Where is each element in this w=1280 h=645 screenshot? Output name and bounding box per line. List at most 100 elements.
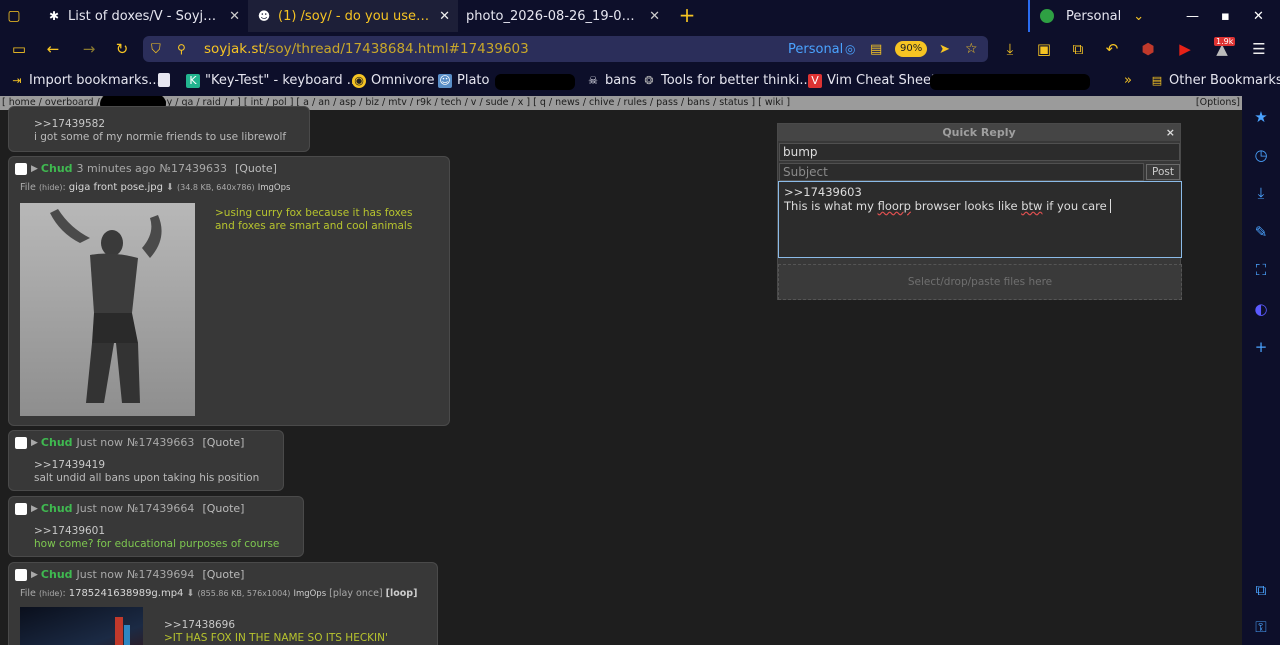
star-icon[interactable]: ★ (1251, 107, 1271, 127)
sidebar-app-icon[interactable]: ◐ (1251, 299, 1271, 319)
file-meta: (855.86 KB, 576x1004) (197, 589, 291, 598)
post-checkbox[interactable] (15, 502, 27, 515)
post-text: i got some of my normie friends to use l… (34, 130, 287, 143)
new-tab-icon[interactable]: + (672, 3, 702, 27)
close-window-icon[interactable]: ✕ (1253, 0, 1264, 32)
quote-link[interactable]: >>17439601 (34, 525, 279, 538)
bookmarks-overflow-icon[interactable]: » (1124, 73, 1132, 88)
add-panel-icon[interactable]: + (1251, 337, 1271, 357)
bookmark-import[interactable]: ⇥ Import bookmarks... (10, 73, 161, 88)
quick-reply-header[interactable]: Quick Reply × (778, 124, 1180, 141)
post-number[interactable]: №17439663 (127, 436, 194, 449)
poster-name: Chud (40, 162, 73, 175)
play-once-link[interactable]: [play once] (329, 588, 382, 599)
star-icon[interactable]: ☆ (965, 41, 978, 57)
close-icon[interactable]: × (1166, 124, 1175, 141)
tab-wiki[interactable]: ✱ List of doxes/V - Soyjak Wiki ✕ (38, 0, 248, 32)
forward-icon[interactable]: → (80, 40, 98, 58)
tab-thread[interactable]: ☻ (1) /soy/ - do you use firefox? ✕ (248, 0, 458, 32)
key-icon[interactable]: ⚿ (1251, 617, 1271, 637)
download-icon[interactable]: ⤓ (1251, 183, 1271, 203)
expand-triangle-icon[interactable]: ▶ (31, 164, 38, 174)
tab-overview-icon[interactable]: ▢ (0, 0, 28, 32)
post-checkbox[interactable] (15, 162, 27, 175)
reader-view-icon[interactable]: ▤ (870, 42, 882, 57)
download-icon[interactable]: ⤓ (1001, 40, 1019, 58)
url-bar[interactable]: ⛉ ⚲ soyjak.st/soy/thread/17438684.html#1… (143, 36, 988, 62)
back-icon[interactable]: ← (44, 40, 62, 58)
reload-icon[interactable]: ↻ (113, 40, 131, 58)
extension-badge: 1.9k (1214, 37, 1236, 46)
close-icon[interactable]: ✕ (649, 9, 660, 24)
translate-icon[interactable]: ⛶ (1251, 260, 1271, 280)
quote-link[interactable]: >>17439582 (34, 118, 286, 131)
post-number[interactable]: №17439694 (127, 568, 194, 581)
bookmark-key-test[interactable]: K "Key-Test" - keyboard ... (186, 73, 359, 88)
bookmark-tools[interactable]: ❂ Tools for better thinki... (642, 73, 811, 88)
sidebar-toggle-icon[interactable]: ▭ (10, 40, 28, 58)
post-checkbox[interactable] (15, 568, 27, 581)
loop-link[interactable]: [loop] (386, 588, 418, 599)
quote-link[interactable]: >>17439419 (34, 459, 259, 472)
quote-button[interactable]: [Quote] (235, 162, 277, 175)
profile-button[interactable]: Personal ⌄ (1028, 0, 1144, 32)
bookmark-other[interactable]: ▤ Other Bookmarks (1150, 73, 1280, 88)
container-label[interactable]: Personal (788, 42, 843, 57)
close-icon[interactable]: ✕ (439, 9, 450, 24)
extensions-icon[interactable]: ⧉ (1251, 580, 1271, 600)
bookmark-vim[interactable]: V Vim Cheat Sheet (808, 73, 936, 88)
file-drop-zone[interactable]: Select/drop/paste files here (778, 264, 1182, 300)
post-number[interactable]: №17439633 (160, 162, 227, 175)
expand-triangle-icon[interactable]: ▶ (31, 504, 38, 514)
quote-link[interactable]: >>17438696 (164, 619, 388, 632)
tab-label: List of doxes/V - Soyjak Wiki (68, 8, 221, 24)
post-button[interactable]: Post (1146, 164, 1180, 180)
post-checkbox[interactable] (15, 436, 27, 449)
options-link[interactable]: [Options] (1196, 96, 1240, 110)
hide-link[interactable]: (hide) (39, 183, 63, 192)
name-field[interactable]: bump (779, 143, 1180, 161)
download-icon[interactable]: ⬇ (166, 182, 174, 193)
imgops-link[interactable]: ImgOps (293, 589, 326, 599)
profile-label: Personal (1066, 8, 1122, 24)
undo-icon[interactable]: ↶ (1103, 40, 1121, 58)
bookmark-page[interactable] (158, 73, 175, 87)
youtube-icon[interactable]: ▶ (1176, 40, 1194, 58)
expand-triangle-icon[interactable]: ▶ (31, 570, 38, 580)
subject-field[interactable]: Subject (779, 163, 1144, 181)
maximize-icon[interactable]: ▪ (1221, 0, 1230, 32)
video-thumbnail[interactable] (20, 607, 143, 645)
plato-icon: ☺ (438, 73, 452, 88)
file-name[interactable]: 1785241638989g.mp4 (69, 588, 184, 599)
quote-button[interactable]: [Quote] (202, 502, 244, 515)
screenshot-icon[interactable]: ▣ (1035, 40, 1053, 58)
pencil-icon[interactable]: ✎ (1251, 222, 1271, 242)
ublock-icon[interactable]: ⬢ (1139, 40, 1157, 58)
close-icon[interactable]: ✕ (229, 9, 240, 24)
bookmark-plato[interactable]: ☺ Plato (438, 73, 489, 88)
post-image[interactable] (20, 203, 195, 416)
permissions-icon[interactable]: ⚲ (177, 42, 186, 56)
expand-triangle-icon[interactable]: ▶ (31, 438, 38, 448)
send-icon[interactable]: ➤ (939, 42, 950, 57)
history-icon[interactable]: ◷ (1251, 145, 1271, 165)
hide-link[interactable]: (hide) (39, 589, 63, 598)
url-text[interactable]: soyjak.st/soy/thread/17438684.html#17439… (204, 41, 529, 57)
download-icon[interactable]: ⬇ (186, 588, 194, 599)
shield-icon[interactable]: ⛉ (151, 42, 161, 57)
minimize-icon[interactable]: — (1186, 0, 1199, 32)
bookmark-bans[interactable]: ☠ bans (586, 73, 636, 88)
extensions-icon[interactable]: ⧉ (1069, 40, 1087, 58)
bookmark-label: Import bookmarks... (29, 73, 161, 88)
comment-field[interactable]: >>17439603 This is what my floorp browse… (778, 181, 1182, 258)
zoom-level[interactable]: 90% (895, 41, 928, 57)
imgops-link[interactable]: ImgOps (258, 183, 291, 193)
quote-button[interactable]: [Quote] (202, 436, 244, 449)
quote-button[interactable]: [Quote] (202, 568, 244, 581)
tab-photo[interactable]: photo_2026-08-26_19-03-27.jpg ✕ (458, 0, 668, 32)
post: ▶ Chud Just now №17439694 [Quote] File (… (8, 562, 438, 645)
post-number[interactable]: №17439664 (127, 502, 194, 515)
file-name[interactable]: giga front pose.jpg (69, 182, 163, 193)
bookmark-omnivore[interactable]: ◉ Omnivore (352, 73, 434, 88)
menu-icon[interactable]: ☰ (1250, 40, 1268, 58)
